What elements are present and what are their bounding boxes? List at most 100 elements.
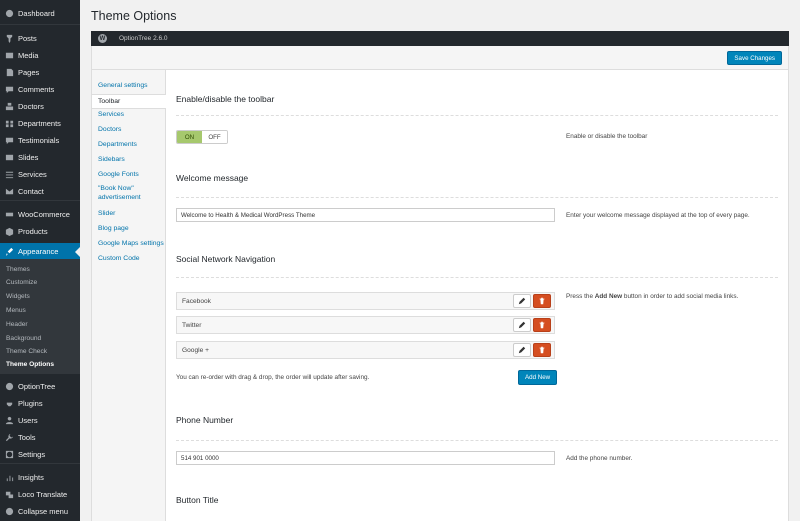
submenu-item-background[interactable]: Background bbox=[6, 335, 41, 342]
menu-separator bbox=[0, 200, 80, 201]
sidebar-item-label: Insights bbox=[18, 473, 44, 482]
sidebar-item-contact[interactable]: Contact bbox=[0, 183, 80, 200]
sidebar-item-pages[interactable]: Pages bbox=[0, 64, 80, 81]
trash-icon[interactable] bbox=[533, 318, 551, 332]
section-divider bbox=[176, 115, 778, 116]
sidebar-item-optiontree[interactable]: OptionTree bbox=[0, 378, 80, 395]
edit-pencil-icon[interactable] bbox=[513, 318, 531, 332]
optiontree-toolbar: Save Changes bbox=[91, 46, 789, 70]
appearance-submenu: Themes Customize Widgets Menus Header Backgro… bbox=[0, 259, 80, 374]
trash-icon[interactable] bbox=[533, 294, 551, 308]
tab-departments[interactable]: Departments bbox=[98, 140, 166, 149]
woocommerce-icon bbox=[4, 210, 14, 220]
submenu-item-themes[interactable]: Themes bbox=[6, 266, 30, 273]
submenu-item-menus[interactable]: Menus bbox=[6, 307, 26, 314]
social-list-item[interactable]: Facebook bbox=[176, 292, 555, 310]
wordpress-logo-icon: W bbox=[98, 34, 107, 43]
sidebar-item-services[interactable]: Services bbox=[0, 166, 80, 183]
sidebar-item-woocommerce[interactable]: WooCommerce bbox=[0, 206, 80, 223]
sidebar-item-departments[interactable]: Departments bbox=[0, 115, 80, 132]
insights-icon bbox=[4, 473, 14, 483]
wrench-icon bbox=[4, 433, 14, 443]
options-tab-list: General settings Toolbar Services Doctors De… bbox=[91, 70, 167, 521]
tab-blog-page[interactable]: Blog page bbox=[98, 224, 166, 233]
plugin-icon bbox=[4, 399, 14, 409]
translate-icon bbox=[4, 490, 14, 500]
submenu-item-header[interactable]: Header bbox=[6, 321, 28, 328]
welcome-description: Enter your welcome message displayed at … bbox=[566, 212, 750, 219]
section-divider bbox=[176, 277, 778, 278]
sidebar-item-label: Collapse menu bbox=[18, 507, 69, 516]
sidebar-item-loco-translate[interactable]: Loco Translate bbox=[0, 486, 80, 503]
sidebar-item-plugins[interactable]: Plugins bbox=[0, 395, 80, 412]
sidebar-item-appearance[interactable]: Appearance bbox=[0, 243, 80, 260]
tab-google-fonts[interactable]: Google Fonts bbox=[98, 170, 166, 179]
social-list-item[interactable]: Google + bbox=[176, 341, 555, 359]
sidebar-item-testimonials[interactable]: Testimonials bbox=[0, 132, 80, 149]
tab-custom-code[interactable]: Custom Code bbox=[98, 254, 166, 263]
submenu-item-theme-options[interactable]: Theme Options bbox=[6, 361, 54, 368]
sidebar-item-posts[interactable]: Posts bbox=[0, 30, 80, 47]
sidebar-item-dashboard[interactable]: Dashboard bbox=[0, 5, 80, 22]
sidebar-item-users[interactable]: Users bbox=[0, 412, 80, 429]
social-item-label: Twitter bbox=[182, 321, 202, 329]
tab-general-settings[interactable]: General settings bbox=[98, 81, 166, 90]
tab-services[interactable]: Services bbox=[98, 110, 166, 119]
edit-pencil-icon[interactable] bbox=[513, 343, 531, 357]
submenu-item-customize[interactable]: Customize bbox=[6, 279, 37, 286]
section-divider bbox=[176, 197, 778, 198]
sidebar-item-label: Media bbox=[18, 51, 39, 60]
social-item-label: Facebook bbox=[182, 297, 211, 305]
tab-slider[interactable]: Slider bbox=[98, 209, 166, 218]
tab-sidebars[interactable]: Sidebars bbox=[98, 155, 166, 164]
toggle-on-button[interactable]: ON bbox=[177, 131, 202, 143]
sidebar-item-label: Slides bbox=[18, 153, 39, 162]
products-icon bbox=[4, 227, 14, 237]
section-divider bbox=[176, 440, 778, 441]
tab-book-now-advertisement[interactable]: "Book Now" advertisement bbox=[98, 184, 166, 202]
sidebar-item-products[interactable]: Products bbox=[0, 223, 80, 240]
brush-icon bbox=[4, 247, 14, 257]
sidebar-item-comments[interactable]: Comments bbox=[0, 81, 80, 98]
toggle-off-button[interactable]: OFF bbox=[202, 131, 227, 143]
toolbar-section-title: Enable/disable the toolbar bbox=[176, 94, 275, 104]
submenu-item-widgets[interactable]: Widgets bbox=[6, 293, 30, 300]
page-icon bbox=[4, 68, 14, 78]
sidebar-item-tools[interactable]: Tools bbox=[0, 429, 80, 446]
submenu-item-theme-check[interactable]: Theme Check bbox=[6, 348, 47, 355]
sidebar-item-label: Appearance bbox=[18, 247, 59, 256]
welcome-message-input[interactable]: Welcome to Health & Medical WordPress Th… bbox=[176, 208, 555, 222]
tab-google-maps-settings[interactable]: Google Maps settings bbox=[98, 239, 166, 248]
users-icon bbox=[4, 416, 14, 426]
tab-toolbar[interactable]: Toolbar bbox=[92, 94, 167, 109]
sidebar-item-label: Tools bbox=[18, 433, 36, 442]
social-desc-post: button in order to add social media link… bbox=[622, 293, 739, 300]
menu-separator bbox=[0, 24, 80, 25]
sidebar-item-collapse-menu[interactable]: Collapse menu bbox=[0, 503, 80, 520]
page-title: Theme Options bbox=[91, 9, 177, 23]
sidebar-item-slides[interactable]: Slides bbox=[0, 149, 80, 166]
sidebar-item-insights[interactable]: Insights bbox=[0, 469, 80, 486]
optiontree-version: OptionTree 2.6.0 bbox=[119, 35, 168, 42]
sidebar-item-label: Dashboard bbox=[18, 9, 55, 18]
add-new-button[interactable]: Add New bbox=[518, 370, 558, 385]
edit-pencil-icon[interactable] bbox=[513, 294, 531, 308]
phone-number-input[interactable]: 514 901 0000 bbox=[176, 451, 555, 465]
trash-icon[interactable] bbox=[533, 343, 551, 357]
social-description: Press the Add New button in order to add… bbox=[566, 293, 738, 300]
sidebar-item-label: Settings bbox=[18, 450, 46, 459]
toolbar-toggle[interactable]: ON OFF bbox=[176, 130, 228, 144]
sidebar-item-settings[interactable]: Settings bbox=[0, 446, 80, 463]
sidebar-item-doctors[interactable]: Doctors bbox=[0, 98, 80, 115]
reorder-hint: You can re-order with drag & drop, the o… bbox=[176, 374, 370, 381]
social-list-item[interactable]: Twitter bbox=[176, 316, 555, 334]
sidebar-item-media[interactable]: Media bbox=[0, 47, 80, 64]
departments-icon bbox=[4, 119, 14, 129]
dashboard-icon bbox=[4, 9, 14, 19]
services-icon bbox=[4, 170, 14, 180]
optiontree-header: W OptionTree 2.6.0 bbox=[91, 31, 789, 46]
tab-doctors[interactable]: Doctors bbox=[98, 125, 166, 134]
save-changes-button[interactable]: Save Changes bbox=[727, 51, 782, 65]
optiontree-icon bbox=[4, 382, 14, 392]
menu-separator bbox=[0, 463, 80, 464]
